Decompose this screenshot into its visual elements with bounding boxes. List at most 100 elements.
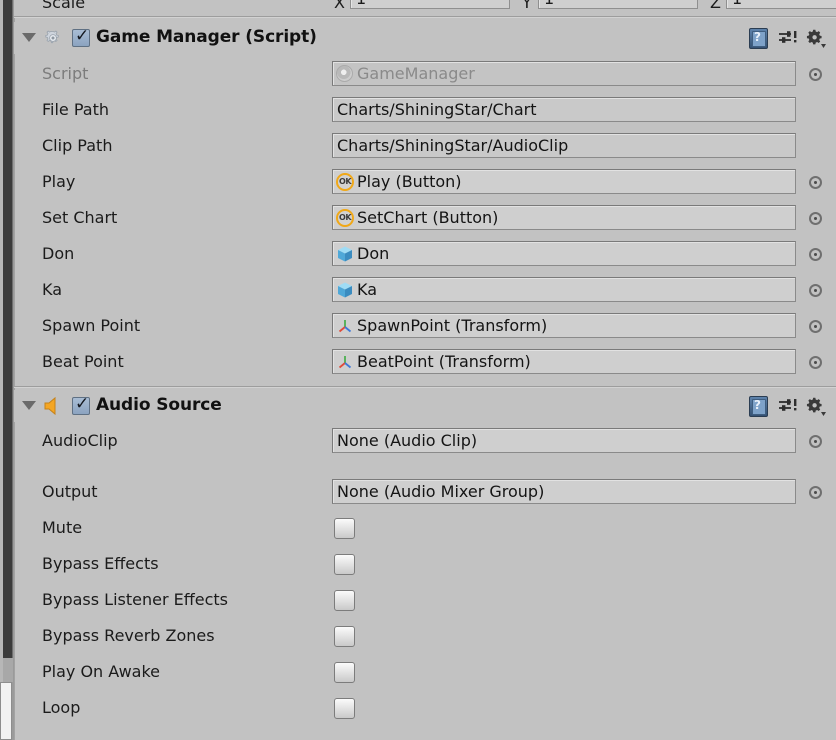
- file-path-value: Charts/ShiningStar/Chart: [337, 100, 537, 119]
- file-path-input[interactable]: Charts/ShiningStar/Chart: [332, 97, 796, 122]
- inspector-panel: Scale X 1 Y 1 Z 1 ✓ Game Manager (Script…: [14, 0, 836, 740]
- property-label-beat-point: Beat Point: [42, 352, 124, 371]
- component-enable-checkbox-audio-source[interactable]: ✓: [72, 394, 90, 415]
- ok-glyph: OK: [339, 213, 352, 222]
- script-gear-icon: [42, 27, 64, 49]
- inspector-vertical-scrollbar[interactable]: [0, 0, 14, 740]
- play-object-value: Play (Button): [357, 172, 462, 191]
- object-picker-script[interactable]: [809, 68, 822, 81]
- object-picker-set-chart[interactable]: [809, 212, 822, 225]
- preset-icon[interactable]: [778, 398, 798, 416]
- scrollbar-thumb[interactable]: [3, 0, 13, 658]
- property-row-output: Output None (Audio Mixer Group): [14, 474, 836, 510]
- property-label-audioclip: AudioClip: [42, 431, 118, 450]
- transform-gizmo-icon: [336, 317, 354, 335]
- property-row-bypass-reverb-zones: Bypass Reverb Zones: [14, 618, 836, 654]
- component-title-audio-source: Audio Source: [96, 395, 222, 415]
- speaker-icon: [42, 395, 64, 417]
- set-chart-object-value: SetChart (Button): [357, 208, 499, 227]
- spawn-point-object-field[interactable]: SpawnPoint (Transform): [332, 313, 796, 338]
- section-divider-highlight: [14, 17, 836, 18]
- property-row-set-chart: Set Chart OK SetChart (Button): [14, 200, 836, 236]
- output-object-value: None (Audio Mixer Group): [337, 482, 545, 501]
- scale-axis-y-label: Y: [522, 0, 532, 12]
- ka-object-field[interactable]: Ka: [332, 277, 796, 302]
- scrollbar-track[interactable]: [3, 658, 13, 682]
- property-row-beat-point: Beat Point BeatPoint (Transform): [14, 344, 836, 380]
- set-chart-object-field[interactable]: OK SetChart (Button): [332, 205, 796, 230]
- spawn-point-object-value: SpawnPoint (Transform): [357, 316, 548, 335]
- object-picker-don[interactable]: [809, 248, 822, 261]
- transform-gizmo-icon: [336, 353, 354, 371]
- property-label-loop: Loop: [42, 698, 81, 717]
- chevron-down-icon[interactable]: [22, 33, 36, 42]
- property-label-file-path: File Path: [42, 100, 110, 119]
- property-label-bypass-listener-effects: Bypass Listener Effects: [42, 590, 229, 609]
- property-label-set-chart: Set Chart: [42, 208, 118, 227]
- property-row-play-on-awake: Play On Awake: [14, 654, 836, 690]
- prefab-cube-icon: [336, 281, 354, 299]
- audioclip-object-field[interactable]: None (Audio Clip): [332, 428, 796, 453]
- property-row-ka: Ka Ka: [14, 272, 836, 308]
- property-row-loop: Loop: [14, 690, 836, 726]
- property-row-file-path: File Path Charts/ShiningStar/Chart: [14, 92, 836, 128]
- scale-axis-z-label: Z: [710, 0, 721, 12]
- property-label-play: Play: [42, 172, 76, 191]
- question-mark-glyph: ?: [754, 398, 761, 412]
- beat-point-object-field[interactable]: BeatPoint (Transform): [332, 349, 796, 374]
- script-icon: [336, 65, 353, 82]
- script-object-field[interactable]: GameManager: [332, 61, 796, 86]
- object-picker-play[interactable]: [809, 176, 822, 189]
- gear-icon[interactable]: [806, 397, 828, 417]
- ok-glyph: OK: [339, 177, 352, 186]
- property-row-play: Play OK Play (Button): [14, 164, 836, 200]
- object-picker-audioclip[interactable]: [809, 435, 822, 448]
- property-label-play-on-awake: Play On Awake: [42, 662, 160, 681]
- object-picker-output[interactable]: [809, 486, 822, 499]
- property-label-clip-path: Clip Path: [42, 136, 113, 155]
- property-row-bypass-listener-effects: Bypass Listener Effects: [14, 582, 836, 618]
- object-picker-spawn-point[interactable]: [809, 320, 822, 333]
- object-picker-ka[interactable]: [809, 284, 822, 297]
- property-label-output: Output: [42, 482, 98, 501]
- don-object-field[interactable]: Don: [332, 241, 796, 266]
- property-label-ka: Ka: [42, 280, 63, 299]
- property-row-script: Script GameManager: [14, 56, 836, 92]
- property-row-mute: Mute: [14, 510, 836, 546]
- button-ok-icon: OK: [336, 173, 354, 191]
- scale-y-input[interactable]: 1: [538, 0, 698, 9]
- help-icon[interactable]: ?: [749, 396, 768, 417]
- question-mark-glyph: ?: [754, 30, 761, 44]
- component-header-game-manager[interactable]: ✓ Game Manager (Script) ?: [14, 22, 836, 54]
- component-header-audio-source[interactable]: ✓ Audio Source ?: [14, 390, 836, 422]
- chevron-down-icon[interactable]: [22, 401, 36, 410]
- prefab-cube-icon: [336, 245, 354, 263]
- transform-scale-row: Scale X 1 Y 1 Z 1: [14, 0, 836, 16]
- mute-checkbox[interactable]: [334, 518, 355, 539]
- property-row-clip-path: Clip Path Charts/ShiningStar/AudioClip: [14, 128, 836, 164]
- output-object-field[interactable]: None (Audio Mixer Group): [332, 479, 796, 504]
- gear-icon[interactable]: [806, 29, 828, 49]
- bypass-effects-checkbox[interactable]: [334, 554, 355, 575]
- clip-path-input[interactable]: Charts/ShiningStar/AudioClip: [332, 133, 796, 158]
- section-divider-highlight: [14, 387, 836, 388]
- component-enable-checkbox-game-manager[interactable]: ✓: [72, 26, 90, 47]
- scale-x-input[interactable]: 1: [350, 0, 510, 9]
- checkmark-icon: ✓: [75, 26, 90, 46]
- help-icon[interactable]: ?: [749, 28, 768, 49]
- scale-axis-x-label: X: [334, 0, 345, 12]
- property-label-mute: Mute: [42, 518, 83, 537]
- bypass-reverb-zones-checkbox[interactable]: [334, 626, 355, 647]
- play-object-field[interactable]: OK Play (Button): [332, 169, 796, 194]
- play-on-awake-checkbox[interactable]: [334, 662, 355, 683]
- loop-checkbox[interactable]: [334, 698, 355, 719]
- property-label-script: Script: [42, 64, 89, 83]
- bypass-listener-effects-checkbox[interactable]: [334, 590, 355, 611]
- script-object-value: GameManager: [357, 64, 475, 83]
- preset-icon[interactable]: [778, 30, 798, 48]
- checkmark-icon: ✓: [75, 394, 90, 414]
- object-picker-beat-point[interactable]: [809, 356, 822, 369]
- property-row-spawn-point: Spawn Point SpawnPoint (Transform): [14, 308, 836, 344]
- scale-z-input[interactable]: 1: [726, 0, 836, 9]
- button-ok-icon: OK: [336, 209, 354, 227]
